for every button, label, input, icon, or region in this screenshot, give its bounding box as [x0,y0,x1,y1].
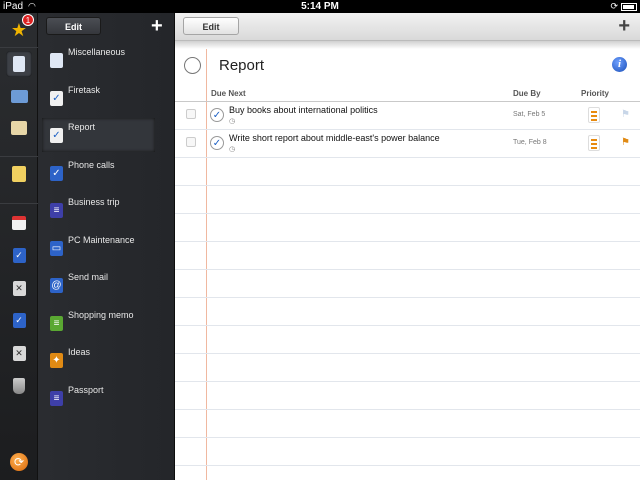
lists-toolbar: Edit + [38,13,175,39]
trash-icon [13,378,25,394]
inbox-button[interactable] [6,115,32,141]
task-due-date: Sat, Feb 5 [513,111,546,118]
task-title: Buy books about international politics [229,105,378,115]
trash-button[interactable] [6,373,32,399]
priority-icon[interactable] [588,107,600,123]
list-item-shopping-memo[interactable]: ≡ Shopping memo [42,306,155,340]
clock-icon: ◷ [229,118,236,125]
all-tasks-button[interactable] [6,161,32,187]
completed-button[interactable]: ✓ [6,242,32,268]
page-title: Report [219,57,265,74]
notepad-icon [13,56,25,72]
lists-edit-button[interactable]: Edit [46,17,101,35]
list-item-passport[interactable]: ≡ Passport [42,381,155,415]
list-complete-toggle[interactable] [184,57,201,74]
list-item-label: Ideas [68,347,91,357]
icon-rail: ★ 1 ✓ ✕ ✓ ✕ ⟳ [0,13,38,480]
lists-button[interactable] [6,51,32,77]
cancelled-button[interactable]: ✕ [6,275,32,301]
list-item-label: Send mail [68,272,109,282]
sync-icon: ⟳ [10,453,28,471]
cancelled-today-button[interactable]: ✕ [6,340,32,366]
task-title: Write short report about middle-east's p… [229,133,440,143]
add-list-button[interactable]: + [151,15,163,37]
passport-list-icon: ≡ [50,391,63,406]
paper-edge [175,41,640,49]
table-row[interactable]: ✓ Write short report about middle-east's… [175,130,640,157]
info-icon[interactable]: i [612,57,627,72]
status-bar: iPad ◠ 5:14 PM ⟳ [0,0,640,13]
mail-list-icon: @ [50,278,63,293]
clock-icon: ◷ [229,146,236,153]
add-task-button[interactable]: + [618,15,630,37]
inbox-icon [11,121,27,135]
cancel-note-icon: ✕ [12,345,26,361]
list-item-label: PC Maintenance [68,235,135,245]
list-item-pc-maintenance[interactable]: ▭ PC Maintenance [42,231,155,265]
list-item-label: Miscellaneous [68,47,126,57]
starred-badge: 1 [22,14,34,26]
list-item-miscellaneous[interactable]: Miscellaneous [42,43,155,77]
folder-icon [10,89,28,103]
calendar-button[interactable] [6,210,32,236]
shopping-list-icon: ≡ [50,316,63,331]
complete-checkbox[interactable]: ✓ [210,108,224,122]
list-item-label: Business trip [68,197,120,207]
task-pane: Edit + Report i Due Next Due By Priority… [175,13,640,480]
ideas-list-icon: ✦ [50,353,63,368]
cancel-circle-icon: ✕ [12,280,26,296]
flag-icon[interactable]: ⚑ [621,109,630,120]
list-item-label: Firetask [68,85,101,95]
trip-list-icon: ≡ [50,203,63,218]
checklist-icon: ✓ [50,128,63,143]
check-circle-icon: ✓ [12,247,26,263]
list-item-label: Phone calls [68,160,115,170]
rotation-lock-icon: ⟳ [610,1,618,11]
list-item-label: Report [68,122,96,132]
list-item-send-mail[interactable]: @ Send mail [42,268,155,302]
list-item-business-trip[interactable]: ≡ Business trip [42,193,155,227]
list-item-report[interactable]: ✓ Report [42,118,155,152]
priority-icon[interactable] [588,135,600,151]
select-checkbox[interactable] [186,137,196,147]
status-time: 5:14 PM [301,1,339,12]
table-row[interactable]: ✓ Buy books about international politics… [175,102,640,129]
checklist-icon: ✓ [50,91,63,106]
folders-button[interactable] [6,83,32,109]
calendar-icon [12,216,26,230]
tasks-edit-button[interactable]: Edit [183,17,239,35]
starred-button[interactable]: ★ 1 [6,14,34,43]
task-due-date: Tue, Feb 8 [513,139,547,146]
checklist-icon [12,166,26,182]
complete-checkbox[interactable]: ✓ [210,136,224,150]
task-toolbar: Edit + [175,13,640,41]
list-item-label: Shopping memo [68,310,134,320]
list-item-label: Passport [68,385,104,395]
completed-today-button[interactable]: ✓ [6,307,32,333]
list-item-ideas[interactable]: ✦ Ideas [42,343,155,377]
sync-button[interactable]: ⟳ [6,449,32,475]
pc-list-icon: ▭ [50,241,63,256]
select-checkbox[interactable] [186,109,196,119]
flag-icon[interactable]: ⚑ [621,137,630,148]
battery-icon [621,3,637,11]
list-item-firetask[interactable]: ✓ Firetask [42,81,155,115]
list-item-phone-calls[interactable]: ✓ Phone calls [42,156,155,190]
phone-list-icon: ✓ [50,166,63,181]
notepad-icon [50,53,63,68]
lists-pane: Edit + Miscellaneous ✓ Firetask ✓ Report… [38,13,175,480]
check-note-icon: ✓ [12,312,26,328]
